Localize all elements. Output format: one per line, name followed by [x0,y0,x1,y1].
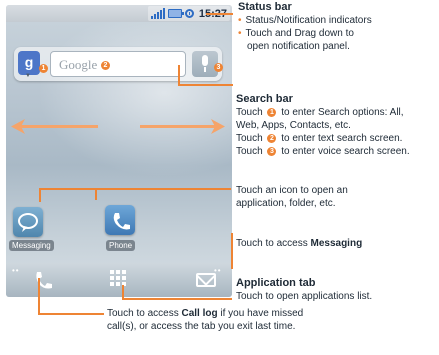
application-tab-annotation: Application tab Touch to open applicatio… [236,277,372,303]
search-bar-line-4: to enter voice search screen. [281,146,410,157]
search-options-button[interactable]: g [18,51,40,75]
battery-icon [167,9,184,18]
messaging-app-icon[interactable] [13,207,43,237]
messaging-annotation: Touch to access Messaging [236,237,362,250]
icon-note-line-2: application, folder, etc. [236,198,336,209]
callout-2-badge: 2 [101,61,110,70]
call-log-suffix: if you have missed [220,308,304,319]
text-search-field[interactable]: Google 2 [50,51,186,77]
messaging-note-bold: Messaging [310,238,363,249]
touch-word-1: Touch [236,107,263,118]
call-log-annotation: Touch to access Call log if you have mis… [107,307,303,333]
arrow-left-icon [11,119,25,134]
callout-3-badge: 3 [214,63,223,72]
page-indicator-dots: •• [12,266,20,275]
icon-annotation: Touch an icon to open an application, fo… [236,184,348,210]
call-log-icon[interactable] [32,269,54,291]
status-bar[interactable]: 15:27 [6,5,232,22]
status-bar-line-3: open notification panel. [247,41,350,52]
status-bar-line-2: Touch and Drag down to [238,27,372,40]
touch-word-3: Touch [236,146,263,157]
phone-app-icon[interactable] [105,205,135,235]
inline-callout-1: 1 [267,108,277,117]
inline-callout-2: 2 [267,134,277,143]
application-tab-title: Application tab [236,277,316,289]
call-log-prefix: Touch to access [107,308,179,319]
microphone-stand [204,67,206,72]
touch-word-2: Touch [236,133,263,144]
messaging-note-prefix: Touch to access [236,238,308,249]
callout-1-badge: 1 [39,64,48,73]
search-bar-line-3: to enter text search screen. [281,133,403,144]
status-bar-annotation: Status bar Status/Notification indicator… [238,1,372,53]
chevron-down-icon: ▼ [25,73,31,79]
search-bar-widget: g ▼ 1 Google 2 3 [14,47,223,81]
inline-callout-3: 3 [267,147,277,156]
application-tab-line: Touch to open applications list. [236,291,373,302]
search-bar-line-2: Web, Apps, Contacts, etc. [236,120,351,131]
google-logo: Google [59,57,98,72]
search-bar-title: Search bar [236,93,293,105]
application-tab-icon[interactable] [110,270,126,286]
search-bar-line-1: to enter Search options: All, [281,107,404,118]
arrow-right-icon [211,119,225,134]
phone-handset-icon [113,213,130,230]
search-bar-annotation: Search bar Touch 1 to enter Search optio… [236,93,410,158]
messaging-shortcut-icon[interactable] [196,273,216,287]
status-bar-line-1: Status/Notification indicators [238,14,372,27]
call-log-bold: Call log [181,308,218,319]
chat-bubble-icon [18,213,38,232]
call-log-line-2: call(s), or access the tab you exit last… [107,321,296,332]
phone-home-screen: 15:27 g ▼ 1 Google 2 3 Messaging Phone •… [6,5,232,297]
phone-label: Phone [106,240,136,251]
icon-note-line-1: Touch an icon to open an [236,185,348,196]
alarm-clock-icon [184,9,194,18]
microphone-icon [202,55,208,66]
signal-strength-icon [150,8,165,19]
status-bar-title: Status bar [238,1,292,13]
messaging-label: Messaging [9,240,54,251]
